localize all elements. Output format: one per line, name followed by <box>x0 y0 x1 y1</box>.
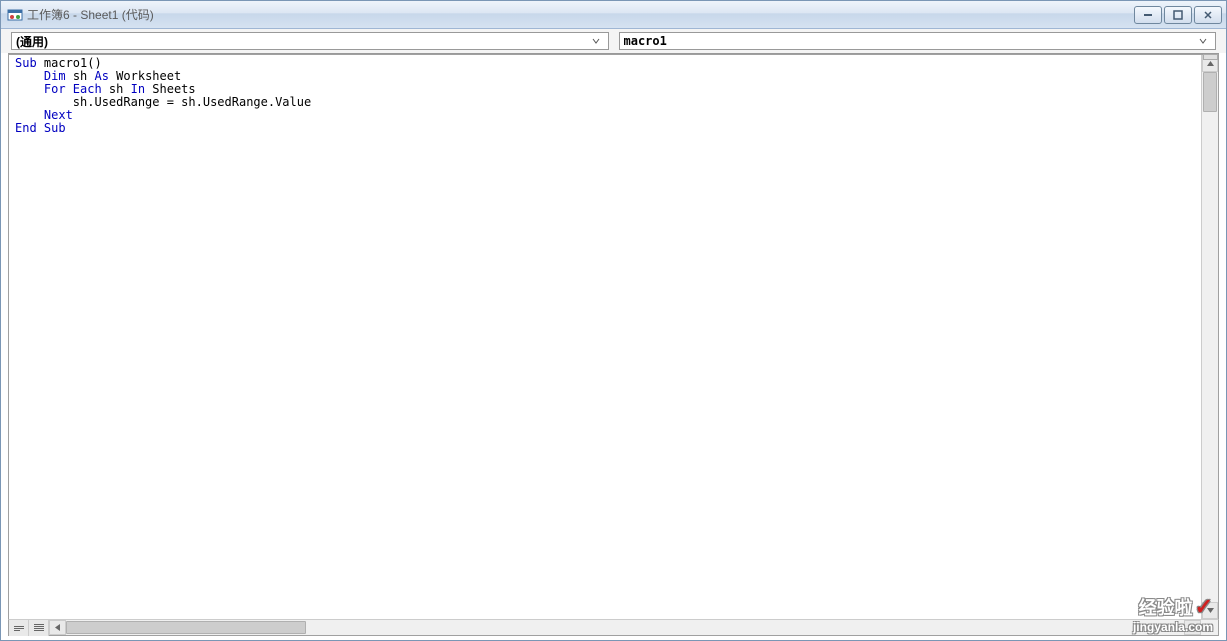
vscroll-track[interactable] <box>1202 72 1218 602</box>
scroll-down-button[interactable] <box>1202 602 1218 619</box>
code-area: Sub macro1() Dim sh As Worksheet For Eac… <box>8 54 1219 619</box>
scroll-left-button[interactable] <box>49 620 66 635</box>
object-dropdown-label: (通用) <box>16 33 588 50</box>
code-window: 工作簿6 - Sheet1 (代码) (通用) macro1 <box>0 0 1227 641</box>
object-dropdown[interactable]: (通用) <box>11 32 609 50</box>
scroll-right-button[interactable] <box>1184 620 1201 635</box>
vscroll-thumb[interactable] <box>1203 72 1217 112</box>
window-buttons <box>1134 6 1222 24</box>
procedure-dropdown[interactable]: macro1 <box>619 32 1217 50</box>
code-editor[interactable]: Sub macro1() Dim sh As Worksheet For Eac… <box>9 55 1201 619</box>
scrollbar-corner <box>1201 620 1218 635</box>
minimize-button[interactable] <box>1134 6 1162 24</box>
titlebar[interactable]: 工作簿6 - Sheet1 (代码) <box>1 1 1226 29</box>
hscroll-track[interactable] <box>66 620 1184 635</box>
chevron-down-icon <box>1195 33 1211 49</box>
maximize-button[interactable] <box>1164 6 1192 24</box>
procedure-view-button[interactable] <box>9 620 29 636</box>
procedure-dropdown-label: macro1 <box>624 34 1196 48</box>
split-handle[interactable] <box>1203 54 1218 60</box>
horizontal-scrollbar[interactable] <box>49 620 1201 635</box>
code-area-wrap: Sub macro1() Dim sh As Worksheet For Eac… <box>8 53 1219 636</box>
window-title: 工作簿6 - Sheet1 (代码) <box>27 6 1134 23</box>
vertical-scrollbar[interactable] <box>1201 55 1218 619</box>
hscroll-thumb[interactable] <box>66 621 306 634</box>
chevron-down-icon <box>588 33 604 49</box>
view-buttons <box>9 620 49 635</box>
full-module-view-button[interactable] <box>29 620 49 636</box>
close-button[interactable] <box>1194 6 1222 24</box>
bottom-bar <box>8 619 1219 636</box>
app-icon <box>7 7 23 23</box>
dropdown-row: (通用) macro1 <box>1 29 1226 53</box>
